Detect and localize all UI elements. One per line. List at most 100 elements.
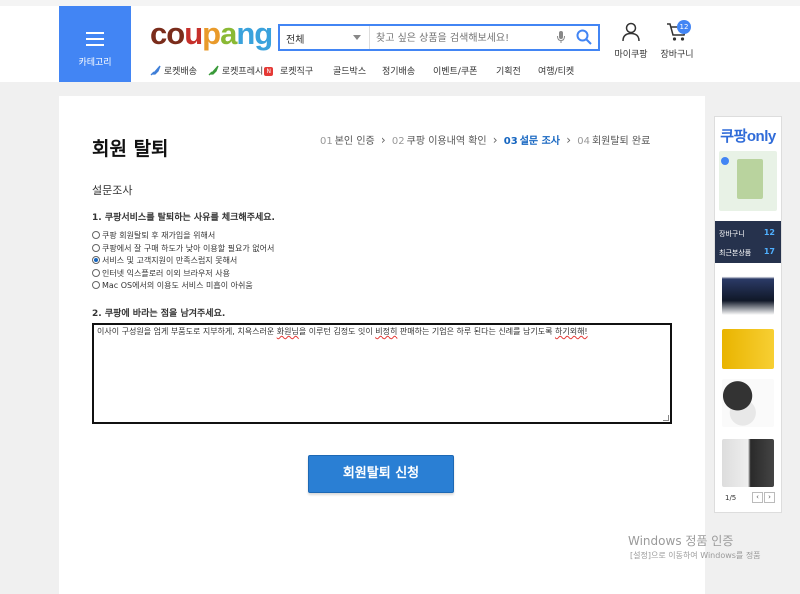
my-coupang-button[interactable]: 마이쿠팡 xyxy=(613,22,649,60)
step-label: 설문 조사 xyxy=(519,136,561,147)
radio-button[interactable] xyxy=(92,231,100,239)
rocket-icon xyxy=(150,65,161,76)
coupang-only-banner[interactable]: 쿠팡only xyxy=(715,125,781,146)
radio-button[interactable] xyxy=(92,243,100,252)
sidebar-recent-link[interactable]: 최근본상품 xyxy=(719,248,751,258)
nav-travel-tickets[interactable]: 여행/티켓 xyxy=(538,64,574,77)
step-label: 쿠팡 이용내역 확인 xyxy=(406,136,487,147)
logo-part: co xyxy=(150,16,185,51)
logo-part: u xyxy=(184,16,203,51)
reason-option[interactable]: Mac OS에서의 이용도 서비스 미흡이 아쉬움 xyxy=(92,280,274,293)
cart-button[interactable]: 12 장바구니 xyxy=(659,20,695,60)
chevron-down-icon xyxy=(353,35,361,40)
nav-subscription[interactable]: 정기배송 xyxy=(382,64,415,77)
category-menu-button[interactable]: 카테고리 xyxy=(59,6,131,82)
radio-button[interactable] xyxy=(92,281,100,289)
product-bag-image xyxy=(737,159,763,199)
logo-part: p xyxy=(202,16,221,51)
step-number: 03 xyxy=(503,136,518,147)
recent-product-masks[interactable] xyxy=(722,379,774,427)
radio-button[interactable] xyxy=(92,268,100,277)
new-badge: N xyxy=(264,67,274,76)
nav-label: 로켓프레시 xyxy=(221,67,264,77)
cart-label: 장바구니 xyxy=(660,50,694,60)
cart-count-badge: 12 xyxy=(677,20,691,34)
step-2: 02 쿠팡 이용내역 확인 xyxy=(392,136,487,147)
step-number: 02 xyxy=(391,136,405,147)
coupang-only-product-image[interactable] xyxy=(719,151,777,211)
withdraw-submit-button[interactable]: 회원탈퇴 신청 xyxy=(308,455,454,493)
rocket-icon xyxy=(208,65,219,76)
logo-part: ng xyxy=(236,16,273,51)
windows-activation-watermark: Windows 정품 인증 xyxy=(628,534,734,548)
chevron-right-icon: › xyxy=(492,133,498,147)
right-sidebar: 쿠팡only 장바구니 12 최근본상품 17 1/5 ‹ › xyxy=(714,116,782,513)
recent-product-umbrella[interactable] xyxy=(722,267,774,315)
windows-activation-hint: [설정]으로 이동하여 Windows를 정품 xyxy=(630,551,761,560)
withdrawal-panel: 회원 탈퇴 01 본인 인증 › 02 쿠팡 이용내역 확인 › 03 설문 조사 ›… xyxy=(59,96,705,594)
option-label: 쿠팡에서 잘 구매 하도가 낮아 이용할 필요가 없어서 xyxy=(102,243,275,253)
progress-steps: 01 본인 인증 › 02 쿠팡 이용내역 확인 › 03 설문 조사 › 04 회원탈… xyxy=(320,132,650,147)
nav-label: 로켓배송 xyxy=(163,67,197,77)
nav-rocket-delivery[interactable]: 로켓배송 xyxy=(150,64,197,77)
recent-product-yellow-box[interactable] xyxy=(722,329,774,369)
sidebar-recent-count: 17 xyxy=(763,247,775,256)
search-category-value: 전체 xyxy=(286,35,305,46)
feedback-text-misspelled: 비정히 xyxy=(375,327,398,336)
reason-option[interactable]: 쿠팡 회원탈퇴 후 재가입을 위해서 xyxy=(92,230,274,243)
step-3: 03 설문 조사 xyxy=(504,136,560,147)
sidebar-prev-button[interactable]: ‹ xyxy=(752,492,763,503)
sidebar-counters: 장바구니 12 최근본상품 17 xyxy=(715,221,781,263)
reason-option[interactable]: 쿠팡에서 잘 구매 하도가 낮아 이용할 필요가 없어서 xyxy=(92,243,274,256)
step-1: 01 본인 인증 xyxy=(320,136,375,147)
sidebar-cart-link[interactable]: 장바구니 xyxy=(719,229,745,239)
user-icon xyxy=(622,22,640,42)
arrow-icon xyxy=(721,157,729,165)
reason-options: 쿠팡 회원탈퇴 후 재가입을 위해서 쿠팡에서 잘 구매 하도가 낮아 이용할 … xyxy=(92,230,274,293)
feedback-text: 이사이 구성원을 엄게 부품도로 지부하게, 치욕스러운 xyxy=(97,327,277,336)
recent-product-drive[interactable] xyxy=(722,439,774,487)
search-bar: 전체 xyxy=(278,24,600,51)
nav-goldbox[interactable]: 골드박스 xyxy=(333,64,366,77)
survey-section-label: 설문조사 xyxy=(92,184,133,197)
nav-rocket-direct[interactable]: 로켓직구 xyxy=(280,64,313,77)
logo-part: a xyxy=(220,16,237,51)
feedback-text-misspelled: 하기외해! xyxy=(554,327,588,336)
nav-events-coupons[interactable]: 이벤트/쿠폰 xyxy=(433,64,477,77)
search-category-select[interactable]: 전체 xyxy=(280,26,370,49)
question-2: 2. 쿠팡에 바라는 점을 남겨주세요. xyxy=(92,309,226,319)
feedback-text: 판매하는 기업은 하루 된다는 신례를 남기도록 xyxy=(397,327,555,336)
coupang-logo[interactable]: coupang xyxy=(150,16,273,52)
nav-exhibitions[interactable]: 기획전 xyxy=(496,64,521,77)
reason-option[interactable]: 서비스 및 고객지원이 만족스럽지 못해서 xyxy=(92,255,274,268)
feedback-text-misspelled: 화원님 xyxy=(276,327,299,336)
sidebar-next-button[interactable]: › xyxy=(764,492,775,503)
step-label: 회원탈퇴 완료 xyxy=(591,136,651,147)
reason-option[interactable]: 인터넷 익스플로러 이외 브라우저 사용 xyxy=(92,268,274,281)
chevron-right-icon: › xyxy=(380,133,386,147)
feedback-text: 을 이루턴 김정도 잇이 xyxy=(298,327,376,336)
search-input[interactable] xyxy=(376,30,556,46)
feedback-textarea[interactable]: 이사이 구성원을 엄게 부품도로 지부하게, 치욕스러운 화원님을 이루턴 김정… xyxy=(92,323,672,424)
page-title: 회원 탈퇴 xyxy=(92,138,169,160)
microphone-icon[interactable] xyxy=(556,30,566,44)
step-4: 04 회원탈퇴 완료 xyxy=(577,136,650,147)
option-label: 서비스 및 고객지원이 만족스럽지 못해서 xyxy=(102,256,238,265)
resize-handle[interactable] xyxy=(663,415,669,421)
sidebar-pager-label: 1/5 xyxy=(725,494,737,502)
step-label: 본인 인증 xyxy=(334,136,375,147)
category-label: 카테고리 xyxy=(78,58,112,68)
step-number: 04 xyxy=(577,136,590,147)
question-1: 1. 쿠팡서비스를 탈퇴하는 사유를 체크해주세요. xyxy=(92,213,275,223)
nav-rocket-fresh[interactable]: 로켓프레시 N xyxy=(208,64,274,77)
step-number: 01 xyxy=(320,136,333,147)
option-label: 인터넷 익스플로러 이외 브라우저 사용 xyxy=(102,268,230,278)
hamburger-icon xyxy=(86,32,104,50)
my-coupang-label: 마이쿠팡 xyxy=(614,50,648,60)
radio-button-selected[interactable] xyxy=(92,256,100,264)
site-header: 카테고리 coupang 전체 마이쿠팡 12 xyxy=(0,0,800,82)
chevron-right-icon: › xyxy=(566,133,572,147)
sidebar-cart-count: 12 xyxy=(763,228,775,237)
search-icon[interactable] xyxy=(576,29,592,45)
option-label: Mac OS에서의 이용도 서비스 미흡이 아쉬움 xyxy=(102,281,253,290)
